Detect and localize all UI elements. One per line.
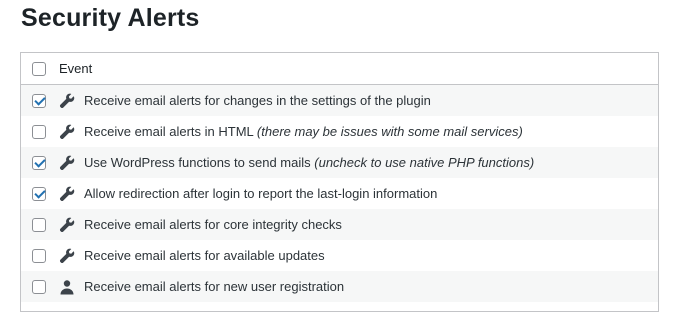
row-label: Use WordPress functions to send mails (u… xyxy=(84,155,534,170)
row-label-text: Receive email alerts for changes in the … xyxy=(84,93,431,108)
row-label: Receive email alerts for core integrity … xyxy=(84,217,342,232)
row-note: (uncheck to use native PHP functions) xyxy=(314,155,535,170)
page-title: Security Alerts xyxy=(21,4,200,32)
select-all-checkbox[interactable] xyxy=(32,61,46,76)
row-label: Receive email alerts in HTML (there may … xyxy=(84,124,523,139)
wrench-icon xyxy=(58,216,76,234)
row-label: Receive email alerts for available updat… xyxy=(84,248,325,263)
row-note: (there may be issues with some mail serv… xyxy=(256,124,523,139)
table-header: Event xyxy=(21,53,658,85)
user-icon xyxy=(58,278,76,296)
row-label-text: Receive email alerts in HTML xyxy=(84,124,254,139)
table-row: Use WordPress functions to send mails (u… xyxy=(21,147,658,178)
row-checkbox[interactable] xyxy=(32,124,46,139)
row-label: Receive email alerts for changes in the … xyxy=(84,93,431,108)
row-label-text: Use WordPress functions to send mails xyxy=(84,155,311,170)
wrench-icon xyxy=(58,247,76,265)
table-row: Receive email alerts for core integrity … xyxy=(21,209,658,240)
row-label-text: Allow redirection after login to report … xyxy=(84,186,438,201)
table-row: Allow redirection after login to report … xyxy=(21,178,658,209)
row-checkbox[interactable] xyxy=(32,93,46,108)
table-row: Receive email alerts for changes in the … xyxy=(21,85,658,116)
wrench-icon xyxy=(58,92,76,110)
table-body: Receive email alerts for changes in the … xyxy=(21,85,658,302)
wrench-icon xyxy=(58,154,76,172)
row-label: Allow redirection after login to report … xyxy=(84,186,437,201)
table-row: Receive email alerts in HTML (there may … xyxy=(21,116,658,147)
row-label-text: Receive email alerts for available updat… xyxy=(84,248,325,263)
row-checkbox[interactable] xyxy=(32,279,46,294)
row-label: Receive email alerts for new user regist… xyxy=(84,279,344,294)
table-row: Receive email alerts for new user regist… xyxy=(21,271,658,302)
row-label-text: Receive email alerts for core integrity … xyxy=(84,217,342,232)
column-header-event: Event xyxy=(59,61,93,76)
row-checkbox[interactable] xyxy=(32,248,46,263)
row-checkbox[interactable] xyxy=(32,186,46,201)
row-checkbox[interactable] xyxy=(32,155,46,170)
wrench-icon xyxy=(58,185,76,203)
row-checkbox[interactable] xyxy=(32,217,46,232)
security-alerts-table: Event Receive email alerts for changes i… xyxy=(20,52,659,312)
wrench-icon xyxy=(58,123,76,141)
row-label-text: Receive email alerts for new user regist… xyxy=(84,279,345,294)
table-row: Receive email alerts for available updat… xyxy=(21,240,658,271)
